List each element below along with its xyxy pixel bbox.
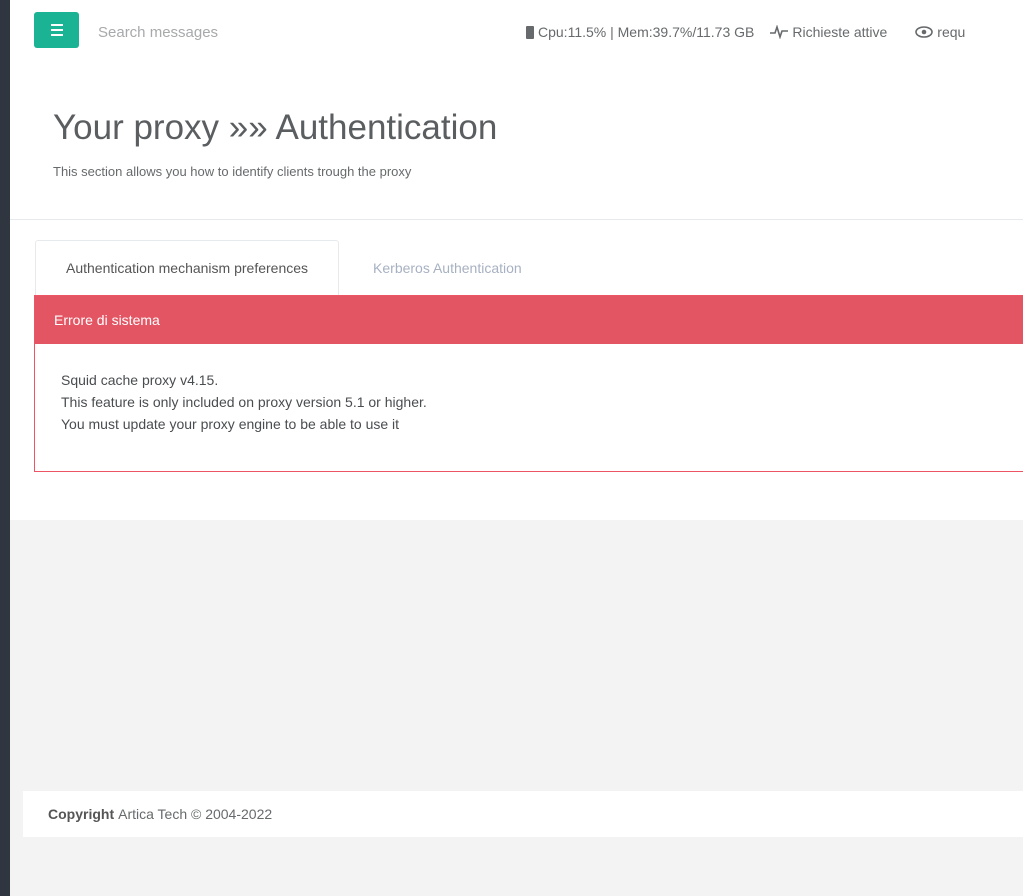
main-content: Authentication mechanism preferences Ker… [10,220,1023,520]
search-input[interactable] [98,18,358,46]
top-navbar: Cpu:11.5% | Mem:39.7%/11.73 GB Richieste… [10,0,1023,64]
eye-icon [915,26,934,38]
footer: Copyright Artica Tech © 2004-2022 [23,791,1023,837]
system-stats: Cpu:11.5% | Mem:39.7%/11.73 GB Richieste… [526,21,965,43]
tab-label: Kerberos Authentication [373,260,522,276]
error-line: You must update your proxy engine to be … [61,416,400,432]
active-requests-label: Richieste attive [792,24,888,40]
hamburger-icon [50,24,63,36]
chip-icon [526,25,534,39]
requests-link[interactable]: requ [915,24,965,40]
page-title: Your proxy »» Authentication [53,108,498,147]
tab-label: Authentication mechanism preferences [66,260,309,276]
sidebar-edge [0,0,10,896]
menu-toggle-button[interactable] [34,12,79,48]
tab-authentication-preferences[interactable]: Authentication mechanism preferences [35,240,340,296]
tab-kerberos-authentication[interactable]: Kerberos Authentication [339,240,552,296]
error-panel-body: Squid cache proxy v4.15. This feature is… [35,344,1023,460]
tab-bar: Authentication mechanism preferences Ker… [35,240,1023,296]
page-subtitle: This section allows you how to identify … [53,164,412,179]
requests-label: requ [937,24,966,40]
error-line: This feature is only included on proxy v… [61,394,427,410]
error-line: Squid cache proxy v4.15. [61,372,219,388]
cpu-mem-stats: Cpu:11.5% | Mem:39.7%/11.73 GB [538,24,755,40]
copyright-text: Artica Tech © 2004-2022 [118,806,273,822]
active-requests-link[interactable]: Richieste attive [770,24,887,40]
page: Cpu:11.5% | Mem:39.7%/11.73 GB Richieste… [10,0,1023,896]
copyright-label: Copyright [48,806,115,822]
page-heading: Your proxy »» Authentication This sectio… [10,64,1023,220]
error-panel-heading: Errore di sistema [35,296,1023,344]
error-panel: Errore di sistema Squid cache proxy v4.1… [34,295,1023,472]
pulse-icon [770,25,789,39]
